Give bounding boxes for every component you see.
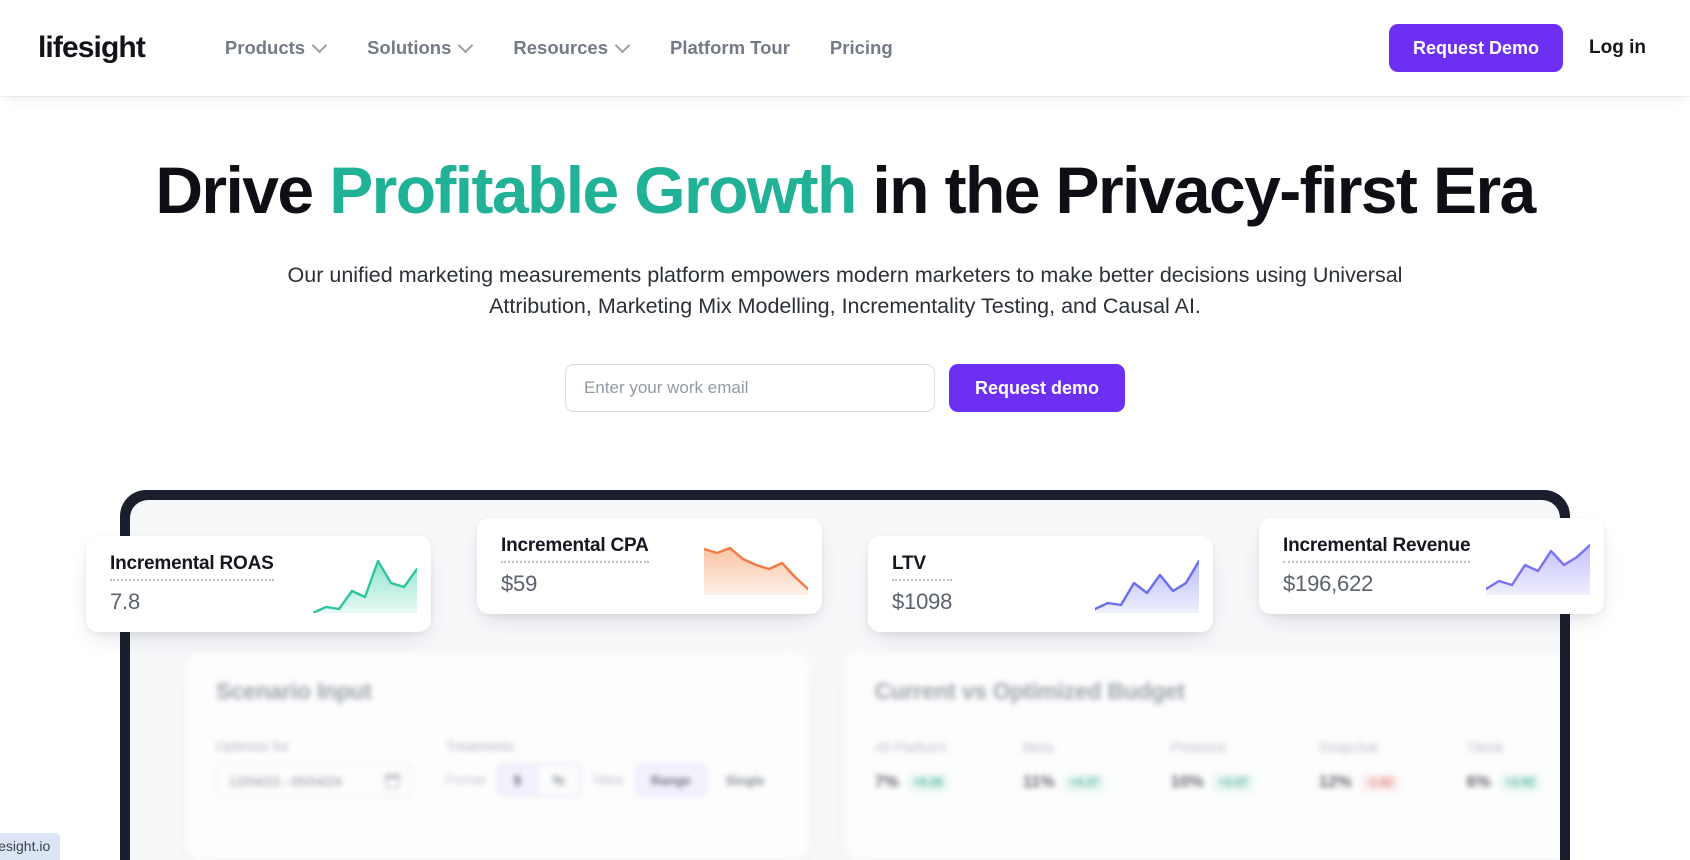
optimize-for-group: Optimize for 12/04/23 - 05/04/24 [216, 739, 412, 798]
scenario-fields: Optimize for 12/04/23 - 05/04/24 Treatme… [216, 739, 779, 798]
optimize-for-label: Optimize for [216, 739, 289, 754]
budget-delta: +3.57 [1212, 773, 1254, 792]
dashboard-panels: Scenario Input Optimize for 12/04/23 - 0… [130, 652, 1560, 860]
hero-section: Drive Profitable Growth in the Privacy-f… [0, 96, 1690, 413]
format-label: Format [446, 773, 486, 787]
budget-cell: 10% +3.57 [1171, 773, 1275, 792]
budget-column-header: Tiktok [1466, 739, 1504, 755]
nav-label: Products [224, 37, 306, 58]
headline-part-2: in the Privacy-first Era [855, 153, 1536, 227]
budget-column-header: Meta [1022, 739, 1054, 755]
treatments-group: Treatments Format $ % Value Range Single [446, 739, 779, 796]
metric-card-text: Incremental ROAS 7.8 [110, 553, 274, 615]
metric-card-value: $59 [501, 571, 538, 596]
metric-card-value: $196,622 [1283, 571, 1374, 596]
request-demo-button[interactable]: Request Demo [1388, 24, 1564, 72]
budget-percent: 10% [1170, 773, 1204, 791]
nav-item-solutions[interactable]: Solutions [347, 29, 493, 67]
value-option-range[interactable]: Range [635, 764, 706, 796]
hero-subheading: Our unified marketing measurements platf… [287, 262, 1403, 319]
email-field[interactable] [564, 364, 935, 413]
treatments-label: Treatments [446, 739, 514, 754]
budget-percent: 12% [1318, 773, 1352, 791]
budget-cell: 11% +4.37 [1023, 773, 1127, 792]
budget-panel: Current vs Optimized Budget All Platform… [844, 652, 1560, 860]
header-actions: Request Demo Log in [1388, 24, 1650, 72]
treatments-controls: Format $ % Value Range Single [446, 764, 779, 796]
metric-card-title: Incremental Revenue [1283, 535, 1471, 563]
budget-delta: +4.37 [1063, 773, 1105, 792]
sparkline-roas [313, 555, 431, 613]
budget-cell: 7% +9.26 [875, 773, 979, 792]
calendar-icon [385, 774, 400, 788]
budget-delta: +9.26 [907, 773, 949, 792]
budget-delta: +2.93 [1499, 773, 1541, 792]
budget-delta: -1.62 [1360, 773, 1399, 792]
metric-card-text: Incremental CPA $59 [501, 535, 649, 597]
login-link[interactable]: Log in [1589, 37, 1650, 59]
nav-item-pricing[interactable]: Pricing [810, 29, 913, 67]
headline-accent: Profitable Growth [329, 153, 857, 227]
budget-percent: 7% [874, 773, 899, 791]
budget-column-header: Pinterest [1170, 739, 1226, 755]
metric-card-value: 7.8 [110, 589, 140, 614]
metric-card-incremental-revenue[interactable]: Incremental Revenue $196,622 [1259, 518, 1604, 614]
budget-percent: 6% [1466, 773, 1491, 791]
hero-request-demo-button[interactable]: Request demo [948, 364, 1126, 413]
budget-column-header: Snapchat [1318, 739, 1378, 755]
format-segmented-control[interactable]: $ % [497, 764, 581, 796]
metric-card-ltv[interactable]: LTV $1098 [868, 536, 1213, 632]
budget-panel-title: Current vs Optimized Budget [874, 678, 1185, 704]
value-option-single[interactable]: Single [711, 764, 779, 796]
date-range-value: 12/04/23 - 05/04/24 [229, 773, 342, 789]
date-range-picker[interactable]: 12/04/23 - 05/04/24 [216, 764, 412, 798]
page-title: Drive Profitable Growth in the Privacy-f… [0, 153, 1690, 227]
metric-card-text: LTV $1098 [892, 553, 952, 615]
chevron-down-icon [460, 40, 473, 53]
metric-card-title: LTV [892, 553, 953, 581]
budget-cell: 12% -1.62 [1319, 773, 1423, 792]
headline-part-1: Drive [155, 153, 330, 227]
nav-label: Resources [513, 37, 608, 58]
nav-item-platform-tour[interactable]: Platform Tour [650, 29, 810, 67]
budget-value-row: 7% +9.26 11% +4.37 10% +3.57 12% -1.62 6… [875, 773, 1560, 792]
value-label: Value [592, 773, 624, 787]
nav-item-products[interactable]: Products [205, 29, 347, 67]
chevron-down-icon [617, 40, 630, 53]
primary-navigation: Products Solutions Resources Platform To… [205, 29, 913, 67]
nav-label: Platform Tour [669, 37, 790, 58]
metric-card-title: Incremental CPA [501, 535, 649, 563]
chevron-down-icon [314, 40, 327, 53]
metric-card-incremental-roas[interactable]: Incremental ROAS 7.8 [86, 536, 431, 632]
sparkline-revenue [1486, 537, 1604, 595]
nav-item-resources[interactable]: Resources [493, 29, 650, 67]
value-segmented-control[interactable]: Range Single [635, 764, 779, 796]
browser-status-link: lifesight.io [0, 833, 61, 860]
metric-card-incremental-cpa[interactable]: Incremental CPA $59 [477, 518, 822, 614]
nav-label: Pricing [829, 37, 893, 58]
budget-column-header: All Platform [874, 739, 947, 755]
hero-signup-form: Request demo [0, 364, 1690, 413]
budget-cell: 6% +2.93 [1467, 773, 1560, 792]
format-option-currency[interactable]: $ [498, 765, 538, 795]
scenario-panel-title: Scenario Input [216, 678, 372, 704]
site-logo[interactable]: lifesight [38, 33, 146, 63]
format-option-percent[interactable]: % [537, 765, 580, 795]
scenario-input-panel: Scenario Input Optimize for 12/04/23 - 0… [186, 652, 809, 860]
nav-label: Solutions [367, 37, 452, 58]
budget-percent: 11% [1022, 773, 1055, 791]
metric-card-title: Incremental ROAS [110, 553, 274, 581]
metric-cards-row: Incremental ROAS 7.8 Incremental CPA $59 [0, 518, 1690, 632]
metric-card-text: Incremental Revenue $196,622 [1283, 535, 1471, 597]
budget-column-headers: All Platform Meta Pinterest Snapchat Tik… [875, 739, 1560, 755]
metric-card-value: $1098 [892, 589, 953, 614]
sparkline-cpa [704, 537, 822, 595]
site-header: lifesight Products Solutions Resources P… [0, 0, 1690, 96]
sparkline-ltv [1095, 555, 1213, 613]
